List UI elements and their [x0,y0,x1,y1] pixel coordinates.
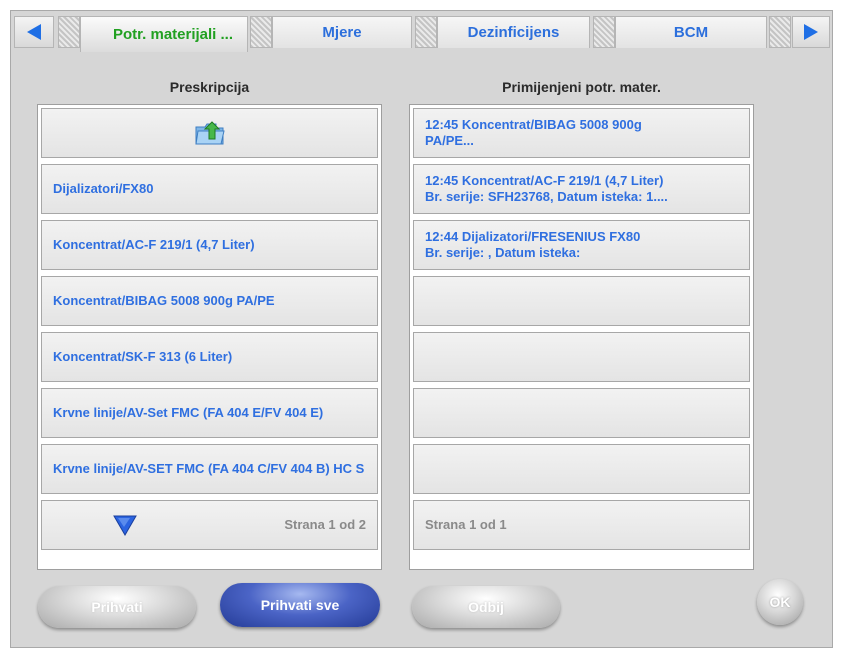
tab-label: Potr. materijali ... [112,26,234,43]
tab-separator [58,16,80,48]
applied-item-line: 12:44 Dijalizatori/FRESENIUS FX80 [425,229,641,244]
tab-separator [593,16,615,48]
applied-list: 12:45 Koncentrat/BIBAG 5008 900g PA/PE..… [409,104,754,570]
applied-item-line: 12:45 Koncentrat/AC-F 219/1 (4,7 Liter) [425,173,664,188]
main-window: Potr. materijali ... Mjere Dezinficijens… [10,10,833,648]
applied-item-line: Br. serije: , Datum isteka: [425,245,581,260]
empty-row [413,388,750,438]
list-item-label: Koncentrat/SK-F 313 (6 Liter) [53,349,233,364]
empty-row [413,332,750,382]
applied-item-line: Br. serije: SFH23768, Datum isteka: 1...… [425,189,668,204]
empty-row [413,444,750,494]
list-item[interactable]: Koncentrat/BIBAG 5008 900g PA/PE [41,276,378,326]
page-indicator: Strana 1 od 2 [284,517,366,532]
tab-bar: Potr. materijali ... Mjere Dezinficijens… [11,11,832,55]
arrow-left-icon [27,24,41,40]
list-item-label: Krvne linije/AV-SET FMC (FA 404 C/FV 404… [53,461,365,476]
folder-up-button[interactable] [41,108,378,158]
prescription-title: Preskripcija [169,79,250,95]
reject-button[interactable]: Odbij [412,586,560,628]
list-item[interactable]: Krvne linije/AV-SET FMC (FA 404 C/FV 404… [41,444,378,494]
tab-label: Mjere [322,24,362,41]
applied-item[interactable]: 12:44 Dijalizatori/FRESENIUS FX80 Br. se… [413,220,750,270]
tab-scroll-right-button[interactable] [792,16,830,48]
applied-item-line: 12:45 Koncentrat/BIBAG 5008 900g [425,117,642,132]
arrow-right-icon [804,24,818,40]
applied-item[interactable]: 12:45 Koncentrat/BIBAG 5008 900g PA/PE..… [413,108,750,158]
triangle-down-icon[interactable] [112,513,138,537]
folder-up-icon [194,121,225,145]
tab-separator [415,16,437,48]
list-item-label: Dijalizatori/FX80 [53,181,154,196]
tab-measures[interactable]: Mjere [272,16,412,48]
page-indicator: Strana 1 od 1 [425,517,507,532]
list-item-label: Krvne linije/AV-Set FMC (FA 404 E/FV 404… [53,405,324,420]
applied-title: Primijenjeni potr. mater. [502,79,661,95]
tab-disinfectant[interactable]: Dezinficijens [437,16,590,48]
empty-row [413,276,750,326]
applied-item-line: PA/PE... [425,133,474,148]
list-item-label: Koncentrat/BIBAG 5008 900g PA/PE [53,293,275,308]
accept-all-button[interactable]: Prihvati sve [220,583,380,627]
prescription-list: Dijalizatori/FX80 Koncentrat/AC-F 219/1 … [37,104,382,570]
list-item[interactable]: Krvne linije/AV-Set FMC (FA 404 E/FV 404… [41,388,378,438]
tab-label: Dezinficijens [467,24,560,41]
tab-separator [769,16,791,48]
list-item[interactable]: Koncentrat/AC-F 219/1 (4,7 Liter) [41,220,378,270]
list-item[interactable]: Koncentrat/SK-F 313 (6 Liter) [41,332,378,382]
pager-row: Strana 1 od 2 [41,500,378,550]
list-item-label: Koncentrat/AC-F 219/1 (4,7 Liter) [53,237,255,252]
tab-scroll-left-button[interactable] [14,16,54,48]
applied-item-text: 12:45 Koncentrat/AC-F 219/1 (4,7 Liter) … [425,173,668,205]
ok-button[interactable]: OK [757,579,803,625]
tab-bcm[interactable]: BCM [615,16,767,48]
applied-item-text: 12:45 Koncentrat/BIBAG 5008 900g PA/PE..… [425,117,642,149]
tab-consumables[interactable]: Potr. materijali ... [80,16,248,52]
applied-item-text: 12:44 Dijalizatori/FRESENIUS FX80 Br. se… [425,229,640,261]
tab-label: BCM [673,24,709,41]
applied-item[interactable]: 12:45 Koncentrat/AC-F 219/1 (4,7 Liter) … [413,164,750,214]
tab-separator [250,16,272,48]
list-item[interactable]: Dijalizatori/FX80 [41,164,378,214]
accept-button[interactable]: Prihvati [38,586,196,628]
pager-row: Strana 1 od 1 [413,500,750,550]
